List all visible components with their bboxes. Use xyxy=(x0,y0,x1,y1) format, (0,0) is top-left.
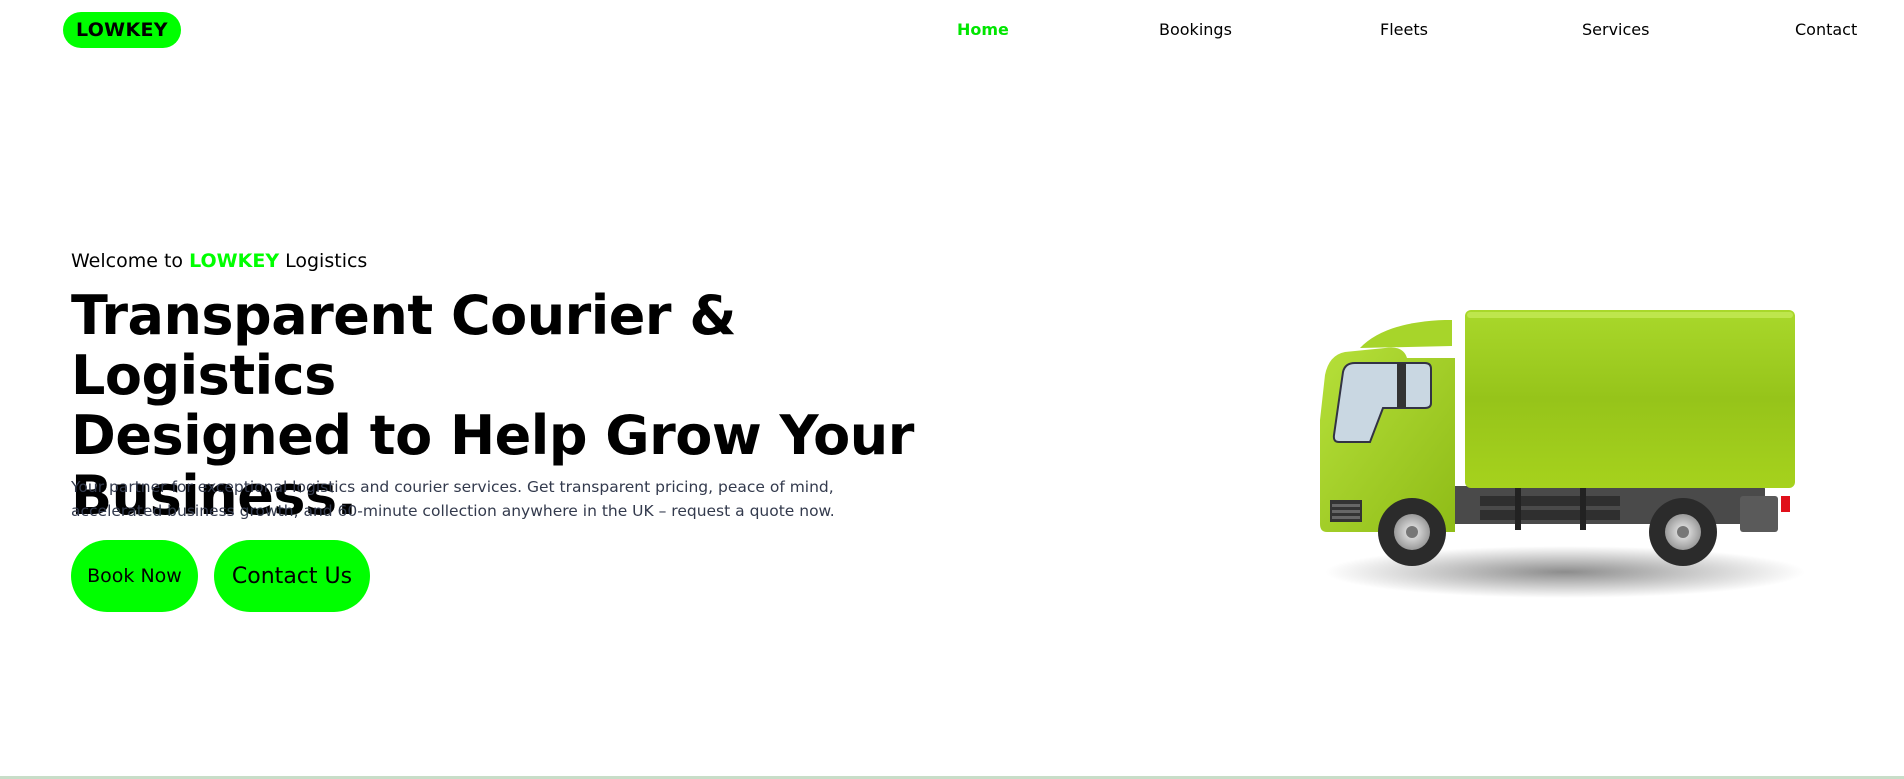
nav-contact[interactable]: Contact xyxy=(1795,19,1857,41)
welcome-text: Welcome to LOWKEY Logistics xyxy=(71,249,367,273)
contact-us-button[interactable]: Contact Us xyxy=(214,540,370,612)
nav-services[interactable]: Services xyxy=(1582,19,1649,41)
rear-wheel xyxy=(1649,498,1717,566)
main-nav: Home Bookings Fleets Services Contact xyxy=(0,19,1904,41)
book-now-button[interactable]: Book Now xyxy=(71,540,198,612)
green-delivery-truck-image xyxy=(1320,310,1805,598)
welcome-brand: LOWKEY xyxy=(189,250,280,272)
welcome-suffix: Logistics xyxy=(285,250,368,272)
cargo-box xyxy=(1465,310,1795,488)
nav-fleets[interactable]: Fleets xyxy=(1380,19,1428,41)
nav-bookings[interactable]: Bookings xyxy=(1159,19,1232,41)
nav-home[interactable]: Home xyxy=(957,19,1009,41)
front-wheel xyxy=(1378,498,1446,566)
hero-description: Your partner for exceptional logistics a… xyxy=(71,478,835,520)
headline-line-2: Designed to Help Grow Your xyxy=(71,404,914,467)
headline-line-1: Transparent Courier & Logistics xyxy=(71,284,736,407)
welcome-prefix: Welcome to xyxy=(71,250,184,272)
